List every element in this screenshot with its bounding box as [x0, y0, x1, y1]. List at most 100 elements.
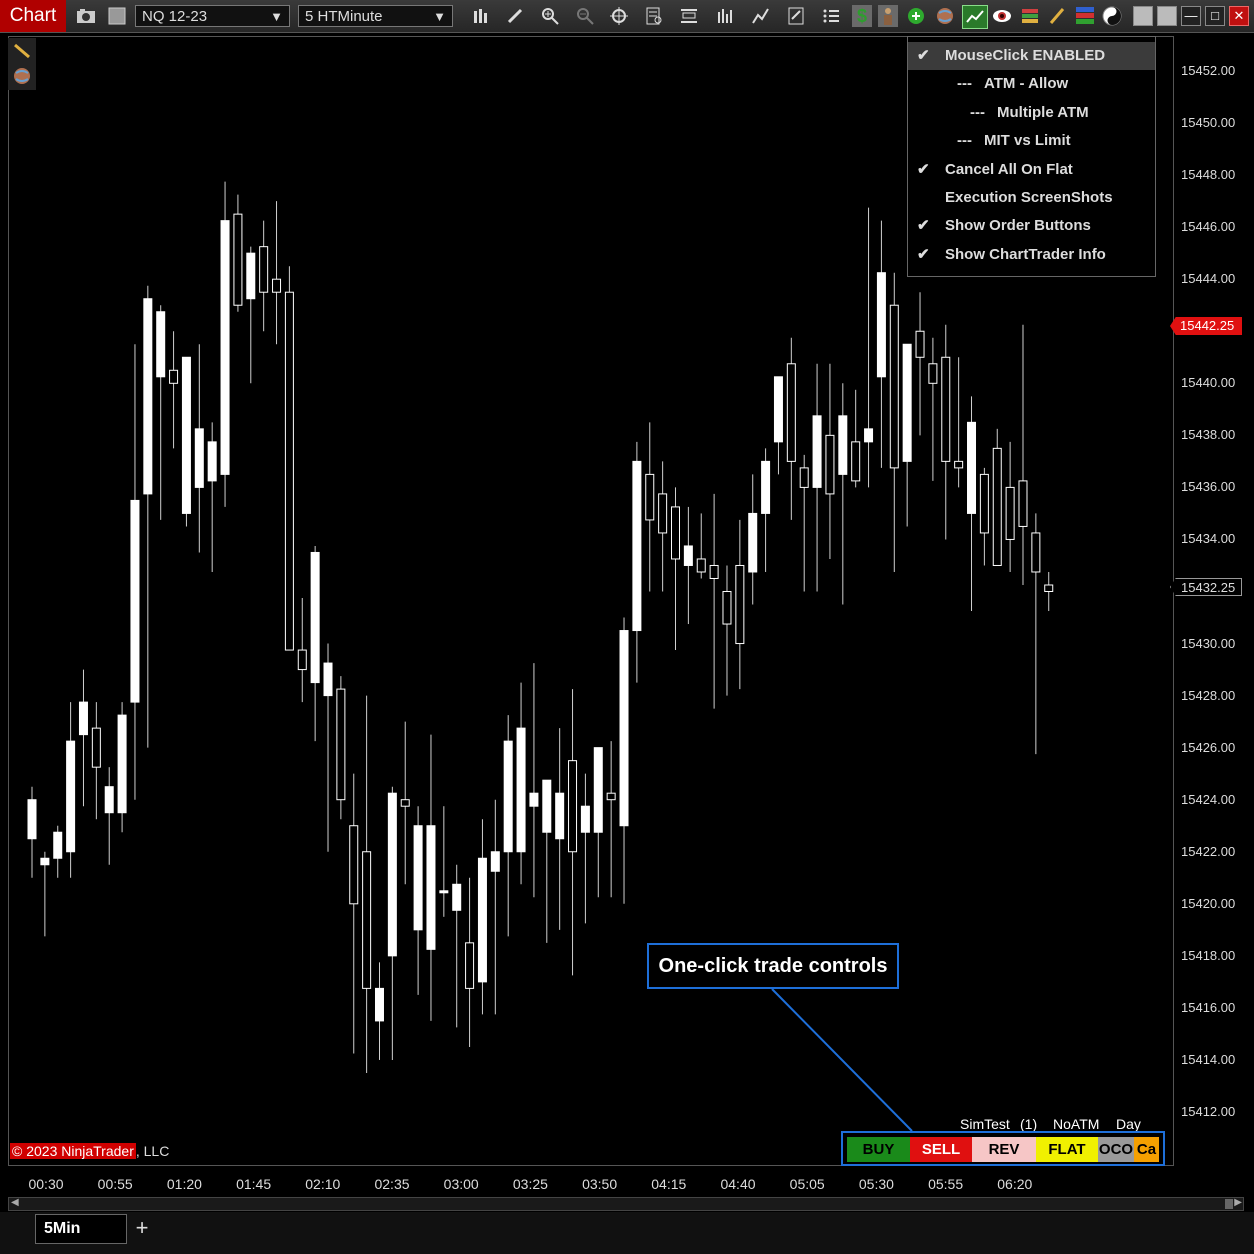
menu-item-show-charttrader-info[interactable]: ✔ Show ChartTrader Info [908, 241, 1155, 269]
chevron-down-icon: ▼ [270, 9, 283, 24]
copyright-suffix: , LLC [135, 1143, 170, 1159]
time-tick-label: 04:15 [651, 1176, 687, 1192]
oco-button[interactable]: OCO [1098, 1137, 1134, 1162]
current-price-marker: 15432.25 [1170, 578, 1242, 596]
price-tick-label: 15418.00 [1181, 947, 1236, 963]
add-icon[interactable] [906, 5, 926, 27]
price-tick-label: 15414.00 [1181, 1051, 1236, 1067]
pencil-icon[interactable] [1019, 5, 1041, 27]
price-tick-label: 15450.00 [1181, 115, 1236, 131]
window-title: Chart [0, 0, 66, 32]
check-icon: ✔ [917, 161, 930, 178]
square-icon[interactable] [106, 5, 128, 27]
price-tick-label: 15412.00 [1181, 1104, 1236, 1119]
zoom-in-icon[interactable] [539, 5, 561, 27]
time-tick-label: 05:05 [789, 1176, 825, 1192]
account-label: SimTest [960, 1116, 1010, 1132]
price-tick-label: 15436.00 [1181, 479, 1236, 495]
menu-item-show-order-buttons[interactable]: ✔ Show Order Buttons [908, 212, 1155, 240]
check-icon: ✔ [917, 217, 930, 234]
copyright-brand: © 2023 NinjaTrader [10, 1143, 136, 1159]
camera-icon[interactable] [74, 5, 98, 27]
data-box-icon[interactable] [643, 5, 665, 27]
price-tick-label: 15444.00 [1181, 271, 1236, 287]
zoom-out-icon[interactable] [574, 5, 596, 27]
menu-item-atm-allow[interactable]: --- ATM - Allow [908, 70, 1155, 98]
price-tick-label: 15446.00 [1181, 219, 1236, 235]
globe-tool-icon[interactable] [12, 66, 32, 91]
time-tick-label: 03:25 [512, 1176, 548, 1192]
copyright-label: © 2023 NinjaTrader, LLC [10, 1143, 169, 1159]
reverse-button[interactable]: REV [972, 1137, 1036, 1162]
time-tick-label: 01:20 [166, 1176, 202, 1192]
price-tick-label: 15416.00 [1181, 999, 1236, 1015]
time-tick-label: 04:40 [720, 1176, 756, 1192]
price-tick-label: 15428.00 [1181, 687, 1236, 703]
scroll-left-icon[interactable]: ◀ [11, 1197, 19, 1208]
price-tick-label: 15424.00 [1181, 791, 1236, 807]
last-price-marker: 15442.25 [1170, 317, 1242, 335]
money-icon[interactable]: $ [852, 5, 872, 27]
properties-icon[interactable] [678, 5, 700, 27]
interval-value: 5 HTMinute [305, 8, 383, 25]
yinyang-icon[interactable] [1101, 5, 1123, 27]
strategies-icon[interactable] [750, 5, 772, 27]
minimize-button[interactable]: — [1181, 6, 1201, 26]
stack-icon[interactable] [1073, 5, 1097, 27]
price-tick-label: 15448.00 [1181, 167, 1236, 183]
tab-5min[interactable]: 5Min [35, 1214, 127, 1244]
pencil-tool-icon[interactable] [12, 42, 32, 65]
instrument-select[interactable]: NQ 12-23 ▼ [135, 5, 290, 27]
indicators-icon[interactable] [714, 5, 736, 27]
position-label: (1) [1020, 1116, 1038, 1132]
templates-icon[interactable] [785, 5, 807, 27]
chart-icon[interactable] [962, 5, 988, 29]
price-tick-label: 15426.00 [1181, 739, 1236, 755]
price-tick-label: 15420.00 [1181, 895, 1236, 911]
drawing-pencil-icon[interactable] [504, 5, 526, 27]
cancel-button[interactable]: Ca [1134, 1137, 1159, 1162]
tif-label: Day [1116, 1116, 1141, 1132]
tab-bar [0, 1212, 1254, 1254]
time-tick-label: 06:20 [997, 1176, 1033, 1192]
callout-label: One-click trade controls [647, 943, 899, 989]
price-tick-label: 15430.00 [1181, 635, 1236, 651]
menu-item-mit-vs-limit[interactable]: --- MIT vs Limit [908, 127, 1155, 155]
time-tick-label: 02:10 [305, 1176, 341, 1192]
price-tick-label: 15440.00 [1181, 375, 1236, 391]
flat-button[interactable]: FLAT [1036, 1137, 1098, 1162]
bars-style-icon[interactable] [470, 5, 492, 27]
globe-icon[interactable] [934, 5, 956, 27]
menu-item-multiple-atm[interactable]: --- Multiple ATM [908, 99, 1155, 127]
buy-button[interactable]: BUY [847, 1137, 910, 1162]
scroll-thumb[interactable] [1225, 1199, 1233, 1209]
crosshair-icon[interactable] [608, 5, 630, 27]
sell-button[interactable]: SELL [910, 1137, 972, 1162]
menu-item-execution-screenshots[interactable]: Execution ScreenShots [908, 184, 1155, 212]
close-button[interactable]: ✕ [1229, 6, 1249, 26]
trader-icon[interactable] [878, 5, 898, 27]
scroll-right-icon[interactable]: ▶ [1234, 1197, 1242, 1208]
time-tick-label: 05:55 [928, 1176, 964, 1192]
price-tick-label: 15438.00 [1181, 427, 1236, 443]
restore-tile-icon[interactable] [1157, 6, 1177, 26]
instrument-value: NQ 12-23 [142, 8, 208, 25]
price-tick-label: 15422.00 [1181, 843, 1236, 859]
order-buttons-panel: BUY SELL REV FLAT OCO Ca [841, 1131, 1165, 1166]
tile-icon[interactable] [1133, 6, 1153, 26]
eye-icon[interactable] [991, 5, 1013, 27]
interval-select[interactable]: 5 HTMinute ▼ [298, 5, 453, 27]
time-tick-label: 03:00 [443, 1176, 479, 1192]
bars-color-icon[interactable] [1046, 5, 1068, 27]
menu-item-mouseclick[interactable]: ✔ MouseClick ENABLED [908, 42, 1155, 70]
order-list-icon[interactable] [820, 5, 842, 27]
atm-label: NoATM [1053, 1116, 1100, 1132]
maximize-button[interactable]: □ [1205, 6, 1225, 26]
time-tick-label: 05:30 [858, 1176, 894, 1192]
add-tab-icon[interactable]: + [130, 1216, 154, 1240]
menu-item-cancel-all-on-flat[interactable]: ✔ Cancel All On Flat [908, 156, 1155, 184]
check-icon: ✔ [917, 47, 930, 64]
price-tick-label: 15434.00 [1181, 531, 1236, 547]
time-tick-label: 02:35 [374, 1176, 410, 1192]
horizontal-scrollbar[interactable]: ◀ ▶ [8, 1197, 1244, 1211]
